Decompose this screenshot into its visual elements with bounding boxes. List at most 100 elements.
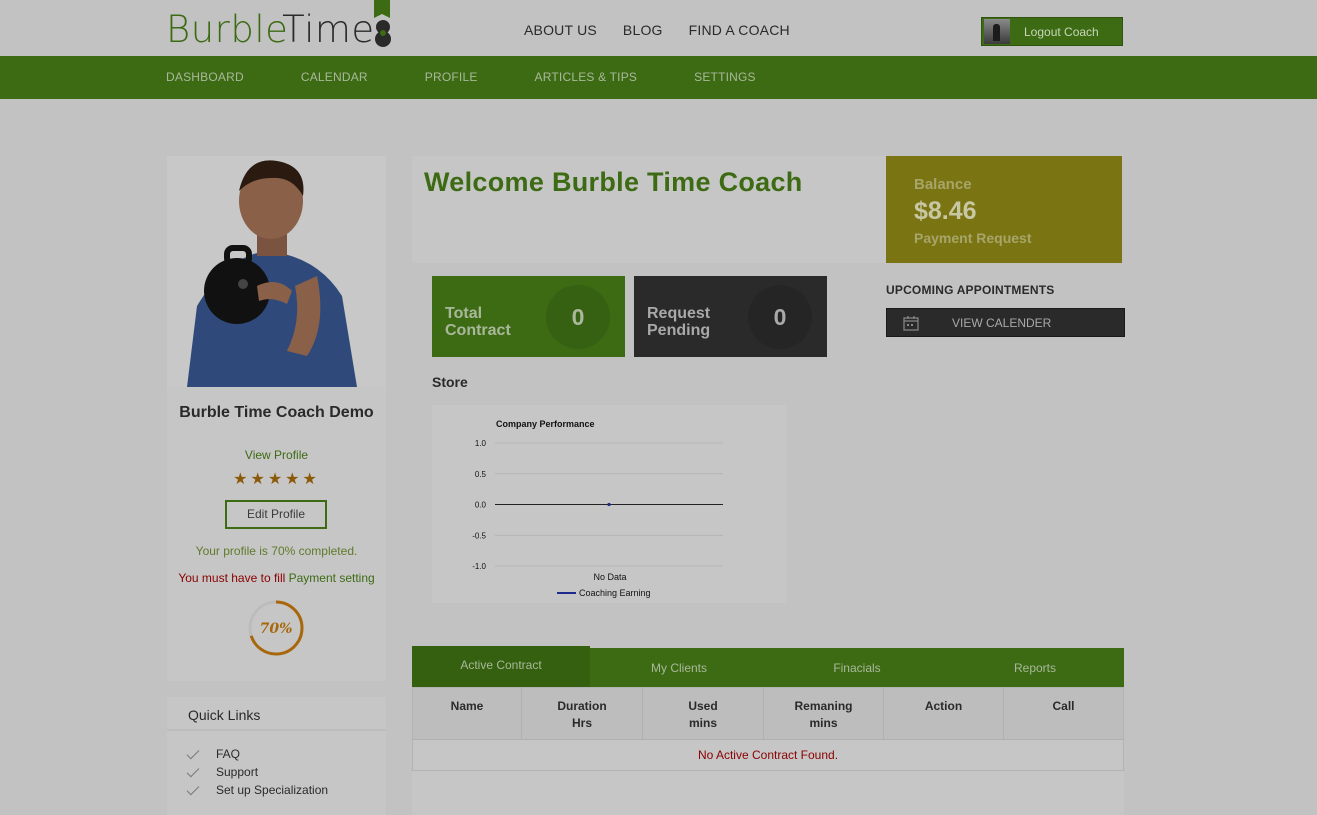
quick-links-list: FAQ Support Set up Specialization: [186, 745, 329, 799]
edit-profile-button[interactable]: Edit Profile: [225, 500, 327, 529]
main-nav: DASHBOARD CALENDAR PROFILE ARTICLES & TI…: [0, 56, 1317, 99]
y-tick-label: -0.5: [472, 531, 486, 540]
total-contract-card[interactable]: Total Contract 0: [432, 276, 625, 357]
nav-profile[interactable]: PROFILE: [425, 70, 478, 84]
contracts-table: Name Duration Hrs Used mins Remaning mins A…: [412, 687, 1124, 771]
quick-link-label: Set up Specialization: [216, 783, 329, 797]
empty-table-message: No Active Contract Found.: [697, 748, 839, 762]
col-label: Action: [924, 699, 963, 713]
y-tick-label: -1.0: [472, 562, 486, 571]
payment-request-link[interactable]: Payment Request: [914, 230, 1031, 246]
col-call: Call: [1004, 688, 1123, 740]
chart-y-ticks: 1.0 0.5 0.0 -0.5 -1.0: [472, 439, 486, 571]
total-contract-value: 0: [546, 285, 610, 349]
nav-about-us[interactable]: ABOUT US: [524, 22, 597, 38]
quick-link-label: FAQ: [216, 747, 241, 761]
profile-photo: [167, 156, 386, 387]
nav-articles-tips[interactable]: ARTICLES & TIPS: [535, 70, 638, 84]
tab-reports[interactable]: Reports: [946, 648, 1124, 687]
check-icon: [186, 782, 200, 795]
logout-label: Logout Coach: [1024, 24, 1099, 39]
request-pending-label: Request Pending: [647, 305, 710, 339]
y-tick-label: 0.0: [475, 501, 487, 510]
welcome-heading: Welcome Burble Time Coach: [424, 167, 803, 197]
profile-name: Burble Time Coach Demo: [179, 404, 374, 421]
payment-warning: You must have to fill Payment setting: [167, 571, 386, 585]
stat-label-line2: Contract: [445, 322, 511, 339]
balance-label: Balance: [914, 176, 972, 193]
col-sublabel: Hrs: [571, 716, 592, 730]
col-duration: Duration Hrs: [522, 688, 643, 740]
col-label: Remaning: [794, 699, 853, 713]
stat-label-line1: Total: [445, 305, 483, 322]
col-sublabel: mins: [688, 716, 717, 730]
table-header: Name Duration Hrs Used mins Remaning mins A…: [413, 688, 1123, 740]
rating-stars-icon: ★★★★★: [233, 471, 320, 488]
balance-panel: Balance $8.46 Payment Request: [886, 156, 1122, 263]
col-action: Action: [884, 688, 1004, 740]
request-pending-value: 0: [748, 285, 812, 349]
quick-link-specialization[interactable]: Set up Specialization: [186, 781, 329, 799]
y-tick-label: 1.0: [475, 439, 487, 448]
request-pending-card[interactable]: Request Pending 0: [634, 276, 827, 357]
nav-find-a-coach[interactable]: FIND A COACH: [689, 22, 790, 38]
series-point: [607, 502, 611, 507]
contract-tabs: Active Contract My Clients Finacials Rep…: [412, 646, 1124, 687]
completion-ring-label: 70%: [260, 621, 293, 637]
quick-link-support[interactable]: Support: [186, 763, 328, 781]
view-calender-label: VIEW CALENDER: [952, 316, 1052, 330]
brand-logo[interactable]: BurbleTime: [166, 10, 375, 50]
y-tick-label: 0.5: [475, 470, 487, 479]
chart-svg: Company Performance 1.0 0.5 0.0 -0.5 -1.0 No…: [472, 419, 723, 598]
welcome-panel: Welcome Burble Time Coach: [412, 156, 886, 263]
col-name: Name: [413, 688, 522, 740]
completion-ring: 70%: [248, 600, 304, 656]
nav-dashboard[interactable]: DASHBOARD: [166, 70, 244, 84]
coach-photo-illustration: [167, 156, 386, 387]
legend-label: Coaching Earning: [579, 588, 651, 598]
col-used: Used mins: [643, 688, 764, 740]
check-icon: [186, 746, 200, 759]
check-icon: [186, 764, 200, 777]
quick-link-label: Support: [216, 765, 259, 779]
col-label: Call: [1052, 699, 1075, 713]
quick-link-faq[interactable]: FAQ: [186, 745, 328, 763]
upcoming-appointments-title: UPCOMING APPOINTMENTS: [886, 283, 1055, 297]
tab-active-contract[interactable]: Active Contract: [412, 646, 590, 687]
top-header: BurbleTime ABOUT US BLOG FIND A COACH Lo…: [0, 0, 1317, 56]
logout-button[interactable]: Logout Coach: [981, 17, 1123, 46]
avatar: [984, 19, 1010, 44]
col-label: Name: [450, 699, 484, 713]
brand-name-part2: Time: [282, 8, 375, 51]
company-performance-chart: Company Performance 1.0 0.5 0.0 -0.5 -1.0 No…: [432, 405, 787, 603]
payment-warning-text: You must have to fill: [178, 571, 286, 585]
tab-my-clients[interactable]: My Clients: [590, 648, 768, 687]
total-contract-label: Total Contract: [445, 305, 511, 339]
chart-series: [607, 502, 611, 507]
col-label: Duration: [557, 699, 607, 713]
profile-card: Burble Time Coach Demo View Profile ★★★★…: [167, 156, 386, 681]
stat-label-line2: Pending: [647, 322, 711, 339]
col-sublabel: mins: [809, 716, 838, 730]
balance-amount: $8.46: [914, 197, 977, 225]
quick-links-title: Quick Links: [167, 697, 386, 731]
profile-completion-text: Your profile is 70% completed.: [195, 544, 358, 558]
col-label: Used: [688, 699, 718, 713]
nav-calendar[interactable]: CALENDAR: [301, 70, 368, 84]
quick-links-card: Quick Links FAQ Support Set up Specializ…: [167, 697, 386, 815]
nav-blog[interactable]: BLOG: [623, 22, 663, 38]
view-calender-button[interactable]: VIEW CALENDER: [886, 308, 1125, 337]
calendar-icon: [903, 316, 919, 331]
top-nav: ABOUT US BLOG FIND A COACH: [524, 22, 790, 38]
chart-x-label: No Data: [593, 572, 626, 582]
payment-setting-link[interactable]: Payment setting: [289, 571, 375, 585]
nav-settings[interactable]: SETTINGS: [694, 70, 756, 84]
stat-label-line1: Request: [647, 305, 711, 322]
chart-title: Company Performance: [496, 419, 595, 429]
tab-finacials[interactable]: Finacials: [768, 648, 946, 687]
view-profile-link[interactable]: View Profile: [167, 448, 386, 462]
brand-name-part1: Burble: [166, 8, 283, 51]
col-remaning: Remaning mins: [764, 688, 884, 740]
store-title: Store: [432, 374, 468, 390]
table-footer-area: [412, 771, 1124, 815]
